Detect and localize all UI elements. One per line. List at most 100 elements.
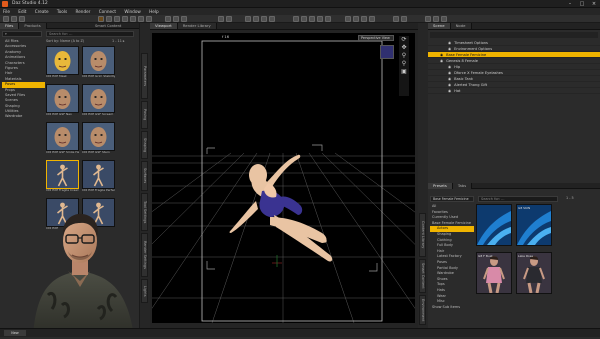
forum-icon[interactable] — [433, 16, 439, 22]
visibility-eye-icon[interactable]: ◉ — [440, 59, 443, 63]
scene-search-input[interactable] — [430, 32, 598, 38]
store-icon[interactable] — [441, 16, 447, 22]
browser-thumbnail[interactable]: Lake Rose — [516, 252, 552, 294]
orbit-icon[interactable]: ⟳ — [399, 36, 409, 44]
side-tab-lights[interactable]: Lights — [141, 279, 148, 303]
save-icon[interactable] — [19, 16, 25, 22]
side-tab-environment[interactable]: Environment — [419, 295, 426, 325]
universal-tool-icon[interactable] — [98, 16, 104, 22]
scene-node[interactable]: ◉ Hat — [428, 88, 600, 94]
content-thumbnail[interactable]: CDI EXE Mask — [46, 46, 79, 82]
menu-tools[interactable]: Tools — [57, 9, 67, 14]
spot-render-icon[interactable] — [181, 16, 187, 22]
tab-node[interactable]: Node — [450, 23, 472, 29]
light-icon[interactable] — [253, 16, 259, 22]
side-tab-posing[interactable]: Posing — [141, 101, 148, 129]
content-thumbnail[interactable]: CDI EXE Grim Stability Fatal — [82, 46, 115, 82]
zoom-icon[interactable]: ⚲ — [399, 52, 409, 60]
render-icon[interactable] — [218, 16, 224, 22]
tab-products[interactable]: Products — [19, 23, 47, 29]
menu-file[interactable]: File — [3, 9, 10, 14]
view-select[interactable]: Perspective View — [358, 35, 394, 41]
tab-viewport[interactable]: Viewport — [150, 23, 178, 29]
content-thumbnail[interactable]: CDI EXE GSF Smile Head Growl — [46, 122, 79, 158]
browser-tree-item[interactable]: Show Sub Items — [430, 305, 474, 311]
tab-render-library[interactable]: Render Library — [177, 23, 217, 29]
sort-label[interactable]: Sort by: Name (A to Z) — [46, 39, 106, 43]
visibility-eye-icon[interactable]: ◉ — [448, 71, 451, 75]
browser-thumbnail[interactable] — [476, 204, 512, 246]
primitive-icon[interactable] — [261, 16, 267, 22]
menu-window[interactable]: Window — [124, 9, 141, 14]
user-icon[interactable] — [425, 16, 431, 22]
joint-editor-icon[interactable] — [146, 16, 152, 22]
menu-edit[interactable]: Edit — [18, 9, 26, 14]
new-icon[interactable] — [3, 16, 9, 22]
category-filter[interactable]: ▾ — [2, 31, 42, 37]
active-pose-icon[interactable] — [138, 16, 144, 22]
graph-icon[interactable] — [369, 16, 375, 22]
menu-create[interactable]: Create — [35, 9, 49, 14]
menu-help[interactable]: Help — [149, 9, 159, 14]
new-button[interactable]: New — [4, 330, 26, 336]
3d-viewport[interactable]: f 16 Perspective View ⟳ ✥ ⚲ ⚲ ▣ — [152, 33, 415, 323]
side-tab-render-settings[interactable]: Render Settings — [141, 233, 148, 277]
visibility-eye-icon[interactable]: ◉ — [448, 47, 451, 51]
surface-tool-icon[interactable] — [165, 16, 171, 22]
geometry-editor-icon[interactable] — [173, 16, 179, 22]
page-count[interactable]: 1 - 11 ▸ — [112, 39, 138, 43]
browser-dropdown[interactable]: Base Female Femicine — [430, 196, 474, 202]
content-thumbnail[interactable]: CDI EXE GSF Scream — [82, 84, 115, 120]
content-thumbnail[interactable]: CDI EXE GSF Stern — [82, 122, 115, 158]
browser-search-input[interactable]: Search for: ... — [478, 196, 558, 202]
tutorial-icon[interactable] — [301, 16, 307, 22]
open-icon[interactable] — [11, 16, 17, 22]
content-thumbnail[interactable]: CDI EXE Fragile Crawl Hero — [46, 160, 79, 196]
translate-tool-icon[interactable] — [122, 16, 128, 22]
view-cube[interactable] — [380, 45, 394, 59]
visibility-eye-icon[interactable]: ◉ — [440, 53, 443, 57]
side-tab-parameters[interactable]: Parameters — [141, 53, 148, 99]
visibility-eye-icon[interactable]: ◉ — [448, 77, 451, 81]
layout-icon[interactable] — [325, 16, 331, 22]
content-icon[interactable] — [317, 16, 323, 22]
frame-icon[interactable]: ▣ — [399, 68, 409, 76]
node-selection-icon[interactable] — [106, 16, 112, 22]
minimize-button[interactable]: – — [564, 0, 576, 8]
camera-icon[interactable] — [245, 16, 251, 22]
tab-tabs[interactable]: Tabs — [452, 183, 473, 189]
side-tab-shaping[interactable]: Shaping — [141, 131, 148, 159]
keyframe-icon[interactable] — [361, 16, 367, 22]
side-tab-tool-settings[interactable]: Tool Settings — [141, 193, 148, 231]
tab-files[interactable]: Files — [0, 23, 20, 29]
visibility-eye-icon[interactable]: ◉ — [448, 89, 451, 93]
rotate-tool-icon[interactable] — [114, 16, 120, 22]
figure-icon[interactable] — [269, 16, 275, 22]
tab-scene[interactable]: Scene — [428, 23, 451, 29]
dolly-icon[interactable]: ⚲ — [399, 60, 409, 68]
help-icon[interactable] — [309, 16, 315, 22]
browser-thumbnail[interactable]: G8 F Bust — [476, 252, 512, 294]
timeline-icon[interactable] — [345, 16, 351, 22]
visibility-eye-icon[interactable]: ◉ — [448, 41, 451, 45]
category-item[interactable]: Wardrobe — [2, 114, 45, 119]
visibility-eye-icon[interactable]: ◉ — [448, 83, 451, 87]
interactive-license-icon[interactable] — [293, 16, 299, 22]
visibility-eye-icon[interactable]: ◉ — [448, 65, 451, 69]
render-settings-icon[interactable] — [226, 16, 232, 22]
aniblock-icon[interactable] — [353, 16, 359, 22]
content-search-input[interactable]: Search for: ... — [46, 31, 134, 37]
side-tab-content-library[interactable]: Content Library — [419, 213, 426, 257]
content-thumbnail[interactable]: CDI EXE GSF Neo — [46, 84, 79, 120]
tab-presets[interactable]: Presets — [428, 183, 453, 189]
menu-connect[interactable]: Connect — [99, 9, 116, 14]
smart-content-icon[interactable] — [401, 16, 407, 22]
menu-render[interactable]: Render — [76, 9, 91, 14]
close-button[interactable]: × — [588, 0, 600, 8]
scale-tool-icon[interactable] — [130, 16, 136, 22]
browser-thumbnail[interactable]: G8 SKIN — [516, 204, 552, 246]
maximize-button[interactable]: □ — [576, 0, 588, 8]
side-tab-surfaces[interactable]: Surfaces — [141, 161, 148, 191]
side-tab-smart-content[interactable]: Smart Content — [419, 259, 426, 293]
content-thumbnail[interactable]: CDI EXE Fragile Perfect — [82, 160, 115, 196]
